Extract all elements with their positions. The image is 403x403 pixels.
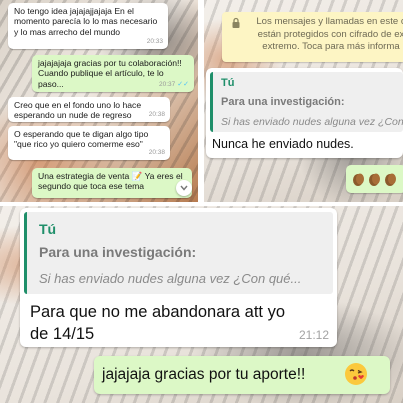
message-text: O esperando que te digan algo tipo "que … xyxy=(14,129,149,150)
notice-line: Los mensajes y llamadas en este c xyxy=(256,16,403,27)
quoted-text: Si has enviado nudes alguna vez ¿Con q xyxy=(221,116,403,128)
encryption-notice[interactable]: Los mensajes y llamadas en este c están … xyxy=(222,12,403,62)
double-check-icon: ✓✓ xyxy=(177,80,189,88)
incoming-message[interactable]: Creo que en el fondo uno lo hace esperan… xyxy=(8,97,170,122)
clapping-hands-emoji xyxy=(385,173,396,186)
quoted-text: Si has enviado nudes alguna vez ¿Con qué… xyxy=(39,271,302,286)
message-time: 20:38 xyxy=(148,110,165,118)
message-line: Para que no me abandonara att yo xyxy=(30,303,286,321)
quoted-message[interactable]: Tú Para una investigación: Si has enviad… xyxy=(24,212,333,294)
quoted-title: Para una investigación: xyxy=(221,96,345,108)
chevron-down-icon[interactable] xyxy=(176,180,192,196)
pencil-memo-emoji: 📝 xyxy=(131,171,143,181)
message-time: 20:38 xyxy=(148,148,165,156)
outgoing-message[interactable]: jajajajaja gracias por tu colaboración!!… xyxy=(32,55,194,92)
message-text: jajajaja gracias por tu aporte!! xyxy=(102,366,306,383)
incoming-reply-message[interactable]: Tú Para una investigación: Si has enviad… xyxy=(206,68,403,158)
message-text: No tengo idea jajajajjajaja En el moment… xyxy=(14,6,158,37)
chat-panel-top-left: No tengo idea jajajajjajaja En el moment… xyxy=(0,0,198,202)
message-meta: 20:37 ✓✓ xyxy=(159,80,189,90)
clapping-hands-emoji xyxy=(353,173,364,186)
message-text: Creo que en el fondo uno lo hace esperan… xyxy=(14,100,142,121)
message-time: 21:12 xyxy=(298,328,329,342)
quoted-title: Para una investigación: xyxy=(39,244,197,260)
quoted-sender: Tú xyxy=(221,77,235,89)
notice-line: extremo. Toca para más informa xyxy=(262,41,400,52)
message-text: Nunca he enviado nudes. xyxy=(212,137,354,151)
message-line: de 14/15 xyxy=(30,325,95,343)
message-time: 20:33 xyxy=(146,37,163,45)
kiss-face-emoji xyxy=(345,363,367,385)
notice-line: están protegidos con cifrado de ex xyxy=(257,28,403,40)
message-text: Para que no me abandonara att yo de 14/1… xyxy=(30,301,285,345)
incoming-reply-message[interactable]: Tú Para una investigación: Si has enviad… xyxy=(20,208,337,347)
chat-panel-top-right: Los mensajes y llamadas en este c están … xyxy=(204,0,403,202)
outgoing-message[interactable]: Una estrategia de venta 📝 Ya eres el seg… xyxy=(32,168,192,198)
quoted-message[interactable]: Tú Para una investigación: Si has enviad… xyxy=(210,72,403,132)
message-time: 20:37 xyxy=(158,80,176,88)
quoted-sender: Tú xyxy=(39,221,57,237)
incoming-message[interactable]: No tengo idea jajajajjajaja En el moment… xyxy=(8,3,168,49)
incoming-message[interactable]: O esperando que te digan algo tipo "que … xyxy=(8,126,170,160)
outgoing-message[interactable]: jajajaja gracias por tu aporte!! xyxy=(94,356,390,394)
outgoing-emoji-message[interactable] xyxy=(346,165,403,193)
message-text: Una estrategia de venta xyxy=(38,171,130,181)
chat-panel-bottom: Tú Para una investigación: Si has enviad… xyxy=(0,206,403,403)
clapping-hands-emoji xyxy=(369,173,380,186)
lock-icon xyxy=(232,17,240,28)
